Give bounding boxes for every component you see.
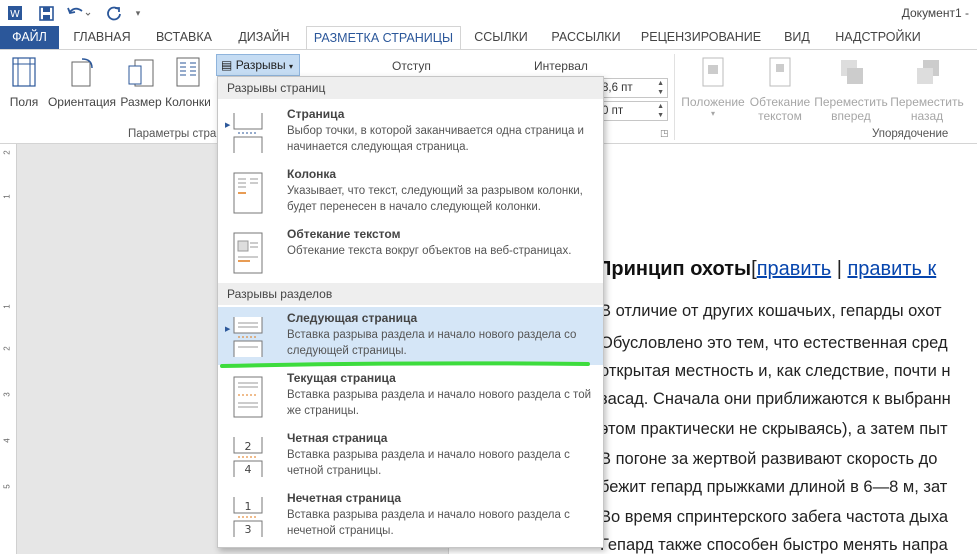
menu-item-page-break[interactable]: ▶ Страница Выбор точки, в которой заканч… [218,103,603,161]
customize-qat-icon[interactable]: ▾ [132,3,144,23]
vertical-ruler[interactable]: 2 1 1 2 3 4 5 [0,144,17,554]
svg-text:4: 4 [245,463,252,476]
paragraph-line: бежит гепард прыжками длиной в 6—8 м, за… [600,478,948,496]
page-setup-group-label: Параметры стра [128,128,217,140]
breaks-menu: Разрывы страниц ▶ Страница Выбор точки, … [217,76,604,548]
size-icon [128,59,154,87]
spin-arrows-icon[interactable]: ▲ ▼ [657,79,664,97]
orientation-button[interactable]: Ориентация [46,56,118,109]
continuous-section-icon [233,376,263,418]
paragraph-line: Во время спринтерского забега частота ды… [600,508,949,526]
bring-forward-button[interactable]: Переместить вперед [814,56,888,123]
edit-code-link[interactable]: править к [847,258,936,280]
send-backward-icon [917,60,939,84]
tab-references[interactable]: ССЫЛКИ [468,26,534,49]
tab-view[interactable]: ВИД [776,26,818,49]
menu-item-next-page[interactable]: ▶ Следующая страница Вставка разрыва раз… [218,307,603,365]
even-page-section-icon: 24 [233,437,263,477]
tab-home[interactable]: ГЛАВНАЯ [66,26,138,49]
tab-page-layout[interactable]: РАЗМЕТКА СТРАНИЦЫ [306,26,461,50]
paragraph-line: Гепард также способен быстро менять напр… [600,536,948,554]
menu-item-continuous[interactable]: Текущая страница Вставка разрыва раздела… [218,367,603,425]
page-breaks-header: Разрывы страниц [218,77,603,99]
spacing-after-field[interactable]: 0 пт ▲ ▼ [598,101,668,121]
save-icon[interactable] [36,3,56,23]
svg-text:W: W [10,9,20,20]
svg-text:1: 1 [245,500,252,513]
breaks-dropdown-button[interactable]: ▤ Разрывы ▾ [216,54,300,76]
columns-icon [176,57,200,87]
paragraph-line: засад. Сначала они приближаются к выбран… [600,390,951,408]
group-separator [674,54,675,140]
paragraph-line: открытая местность и, как следствие, поч… [600,362,951,380]
spacing-before-field[interactable]: 8,6 пт ▲ ▼ [598,78,668,98]
margins-icon [12,57,36,87]
undo-icon[interactable] [64,3,94,23]
tab-file[interactable]: ФАЙЛ [0,26,59,49]
bring-forward-icon [841,60,863,84]
menu-item-text-wrapping[interactable]: Обтекание текстом Обтекание текста вокру… [218,223,603,281]
menu-item-odd-page[interactable]: 13 Нечетная страница Вставка разрыва раз… [218,487,603,545]
paragraph-line: Обусловлено это тем, что естественная ср… [600,334,948,352]
send-backward-button[interactable]: Переместить назад [890,56,964,123]
redo-icon[interactable] [104,3,126,23]
indent-label: Отступ [392,59,431,73]
section-heading: Принцип охоты[править | править к [597,258,937,280]
tab-review[interactable]: РЕЦЕНЗИРОВАНИЕ [636,26,766,49]
size-button[interactable]: Размер [120,56,162,109]
selection-marker-icon: ▶ [225,122,231,129]
paragraph-line: этом практически не скрываясь), а затем … [600,420,948,438]
text-wrapping-icon [233,232,263,274]
svg-text:3: 3 [245,523,252,536]
wrap-text-icon [769,57,791,87]
paragraph-line: В отличие от других кошачьих, гепарды ох… [600,302,942,320]
orientation-icon [71,58,93,87]
spin-arrows-icon[interactable]: ▲ ▼ [657,102,664,120]
highlight-annotation-line [220,361,590,368]
tab-mailings[interactable]: РАССЫЛКИ [546,26,626,49]
breaks-icon: ▤ [221,58,233,72]
title-bar: W ▾ Документ1 - [0,0,977,26]
selection-marker-icon: ▶ [225,326,231,333]
paragraph-line: В погоне за жертвой развивают скорость д… [600,450,938,468]
dialog-launcher-icon[interactable]: ◳ [660,128,669,139]
margins-button[interactable]: Поля [6,56,42,109]
tab-design[interactable]: ДИЗАЙН [230,26,298,49]
next-page-section-icon [233,317,263,357]
tab-insert[interactable]: ВСТАВКА [150,26,218,49]
position-button[interactable]: Положение ▾ [680,56,746,118]
svg-text:2: 2 [245,440,252,453]
section-breaks-header: Разрывы разделов [218,283,603,305]
spacing-label: Интервал [534,59,588,73]
dropdown-arrow-icon: ▾ [710,109,715,118]
column-break-icon [233,172,263,214]
position-icon [702,57,724,87]
window-title: Документ1 - [901,6,969,20]
ribbon-tabs: ФАЙЛ ГЛАВНАЯ ВСТАВКА ДИЗАЙН РАЗМЕТКА СТР… [0,26,977,50]
page-break-icon [233,113,263,153]
tab-addins[interactable]: НАДСТРОЙКИ [828,26,928,49]
wrap-text-button[interactable]: Обтекание текстом [748,56,812,123]
word-icon: W [6,3,24,23]
menu-item-column-break[interactable]: Колонка Указывает, что текст, следующий … [218,163,603,221]
arrange-group-label: Упорядочение [872,128,949,140]
menu-item-even-page[interactable]: 24 Четная страница Вставка разрыва разде… [218,427,603,485]
dropdown-arrow-icon: ▾ [288,62,293,71]
columns-button[interactable]: Колонки [164,56,212,109]
edit-link[interactable]: править [757,258,831,280]
odd-page-section-icon: 13 [233,497,263,537]
